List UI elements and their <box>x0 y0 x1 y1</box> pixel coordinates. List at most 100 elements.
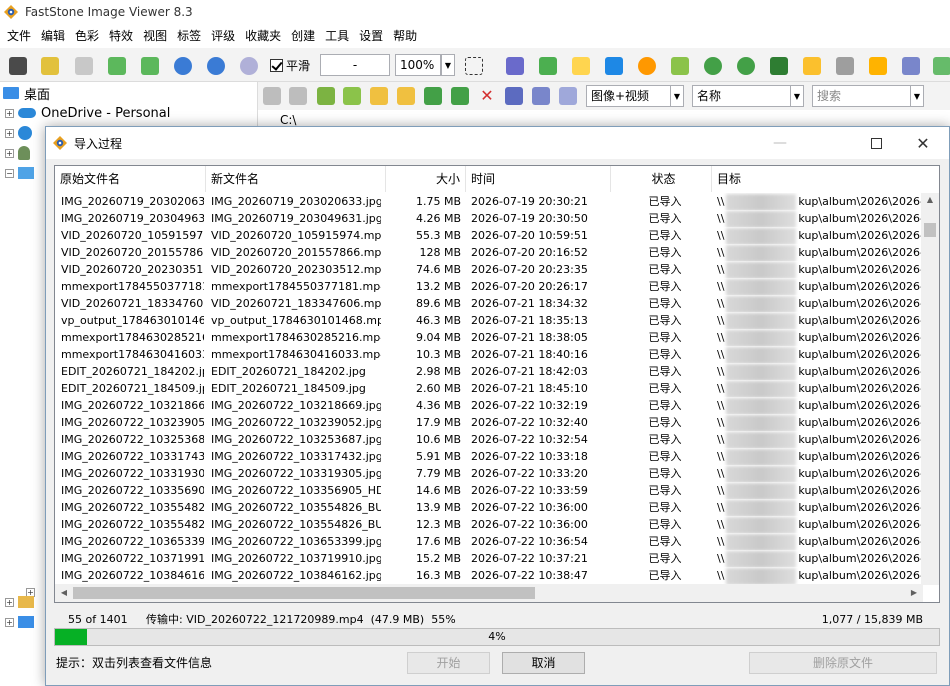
batch-icon[interactable] <box>930 54 950 78</box>
menu-tools[interactable]: 工具 <box>320 24 354 48</box>
tree-item-user[interactable]: + <box>5 143 30 163</box>
column-header-status[interactable]: 状态 <box>611 166 712 192</box>
close-icon[interactable]: ✕ <box>900 127 946 159</box>
delete-icon[interactable]: ✕ <box>478 87 496 105</box>
table-row[interactable]: mmexport1784630285216... mmexport17846302… <box>55 329 923 346</box>
table-row[interactable]: IMG_20260722_10355482... IMG_20260722_103… <box>55 499 923 516</box>
maximize-icon[interactable] <box>853 127 899 159</box>
table-row[interactable]: IMG_20260719_20302063... IMG_20260719_203… <box>55 193 923 210</box>
camera-icon[interactable] <box>6 54 30 78</box>
start-button[interactable]: 开始 <box>407 652 490 674</box>
menu-create[interactable]: 创建 <box>286 24 320 48</box>
chevron-down-icon[interactable]: ▼ <box>441 54 455 76</box>
tree-item-network-drive[interactable]: + <box>5 612 34 632</box>
zoom-combobox[interactable]: 100% <box>395 54 441 76</box>
details-view-icon[interactable] <box>559 87 577 105</box>
scroll-up-icon[interactable]: ▲ <box>921 193 939 207</box>
color-balance-icon[interactable] <box>602 54 626 78</box>
expand-icon[interactable]: + <box>5 108 14 118</box>
table-row[interactable]: vp_output_178463010146... vp_output_17846… <box>55 312 923 329</box>
back-arrow-icon[interactable] <box>263 87 281 105</box>
expand-icon[interactable]: + <box>5 148 14 158</box>
rotate-left-icon[interactable] <box>701 54 725 78</box>
draw-icon[interactable] <box>833 54 857 78</box>
checkbox-checked-icon[interactable] <box>270 59 283 72</box>
up-folder-icon[interactable] <box>317 87 335 105</box>
move-to-icon[interactable] <box>451 87 469 105</box>
table-row[interactable]: VID_20260720_20155786... VID_20260720_201… <box>55 244 923 261</box>
expand-icon[interactable]: + <box>5 128 14 138</box>
table-row[interactable]: IMG_20260722_10355482... IMG_20260722_103… <box>55 516 923 533</box>
table-row[interactable]: IMG_20260722_10331743... IMG_20260722_103… <box>55 448 923 465</box>
table-row[interactable]: IMG_20260722_10384616... IMG_20260722_103… <box>55 567 923 584</box>
column-header-original-name[interactable]: 原始文件名 <box>55 166 206 192</box>
collapse-icon[interactable]: − <box>5 168 14 178</box>
search-input[interactable]: 搜索 <box>812 85 924 107</box>
thumbnail-view-icon[interactable] <box>505 87 523 105</box>
refresh-icon[interactable] <box>343 87 361 105</box>
menu-rating[interactable]: 评级 <box>206 24 240 48</box>
tree-item-desktop[interactable]: 桌面 <box>3 83 50 103</box>
next-image-icon[interactable] <box>138 54 162 78</box>
column-header-target[interactable]: 目标 <box>712 166 939 192</box>
table-row[interactable]: EDIT_20260721_184202.jpg EDIT_20260721_18… <box>55 363 923 380</box>
table-row[interactable]: IMG_20260722_10321866... IMG_20260722_103… <box>55 397 923 414</box>
slideshow-icon[interactable] <box>800 54 824 78</box>
table-row[interactable]: IMG_20260722_10323905... IMG_20260722_103… <box>55 414 923 431</box>
copy-to-icon[interactable] <box>424 87 442 105</box>
table-row[interactable]: VID_20260721_18334760... VID_20260721_183… <box>55 295 923 312</box>
scroll-left-icon[interactable]: ◀ <box>55 584 73 602</box>
table-row[interactable]: IMG_20260722_10335690... IMG_20260722_103… <box>55 482 923 499</box>
open-folder-icon[interactable] <box>38 54 62 78</box>
menu-help[interactable]: 帮助 <box>388 24 422 48</box>
chevron-down-icon[interactable]: ▼ <box>670 85 684 107</box>
tree-item-onedrive[interactable]: + OneDrive - Personal <box>5 103 170 123</box>
table-row[interactable]: mmexport1784630416033... mmexport17846304… <box>55 346 923 363</box>
prev-image-icon[interactable] <box>105 54 129 78</box>
menu-file[interactable]: 文件 <box>2 24 36 48</box>
actual-size-icon[interactable] <box>237 54 261 78</box>
print-icon[interactable] <box>899 54 923 78</box>
image-size-field[interactable]: - <box>320 54 390 76</box>
column-header-time[interactable]: 时间 <box>466 166 611 192</box>
rotate-right-icon[interactable] <box>734 54 758 78</box>
table-row[interactable]: VID_20260720_20230351... VID_20260720_202… <box>55 261 923 278</box>
compare-icon[interactable] <box>767 54 791 78</box>
new-folder-icon[interactable] <box>397 87 415 105</box>
delete-originals-button[interactable]: 删除原文件 <box>749 652 937 674</box>
email-icon[interactable] <box>866 54 890 78</box>
menu-settings[interactable]: 设置 <box>354 24 388 48</box>
expand-icon[interactable]: + <box>5 597 14 607</box>
list-view-icon[interactable] <box>532 87 550 105</box>
import-icon[interactable] <box>536 54 560 78</box>
scroll-right-icon[interactable]: ▶ <box>905 584 923 602</box>
table-row[interactable]: IMG_20260722_10371991... IMG_20260722_103… <box>55 550 923 567</box>
menu-color[interactable]: 色彩 <box>70 24 104 48</box>
table-row[interactable]: IMG_20260722_10365339... IMG_20260722_103… <box>55 533 923 550</box>
cancel-button[interactable]: 取消 <box>502 652 585 674</box>
menu-favorites[interactable]: 收藏夹 <box>240 24 286 48</box>
horizontal-scrollbar[interactable]: ◀ ▶ <box>55 584 923 602</box>
smooth-checkbox[interactable]: 平滑 <box>270 57 310 74</box>
sort-select[interactable]: 名称 <box>692 85 804 107</box>
table-row[interactable]: EDIT_20260721_184509.jpg EDIT_20260721_18… <box>55 380 923 397</box>
table-row[interactable]: IMG_20260722_10331930... IMG_20260722_103… <box>55 465 923 482</box>
vertical-scrollbar[interactable]: ▲ <box>921 193 939 585</box>
tree-item-libraries[interactable]: + <box>5 592 34 612</box>
column-header-size[interactable]: 大小 <box>386 166 466 192</box>
table-row[interactable]: IMG_20260722_10325368... IMG_20260722_103… <box>55 431 923 448</box>
filmstrip-icon[interactable] <box>503 54 527 78</box>
zoom-out-icon[interactable] <box>204 54 228 78</box>
scroll-thumb[interactable] <box>73 587 535 599</box>
tree-item-this-pc[interactable]: − <box>5 163 34 183</box>
menu-edit[interactable]: 编辑 <box>36 24 70 48</box>
expand-icon[interactable]: + <box>5 617 14 627</box>
forward-arrow-icon[interactable] <box>289 87 307 105</box>
menu-view[interactable]: 视图 <box>138 24 172 48</box>
zoom-in-icon[interactable] <box>171 54 195 78</box>
menu-tags[interactable]: 标签 <box>172 24 206 48</box>
chevron-down-icon[interactable]: ▼ <box>790 85 804 107</box>
sun-icon[interactable] <box>635 54 659 78</box>
favorite-folder-icon[interactable] <box>370 87 388 105</box>
table-row[interactable]: mmexport1784550377181... mmexport17845503… <box>55 278 923 295</box>
